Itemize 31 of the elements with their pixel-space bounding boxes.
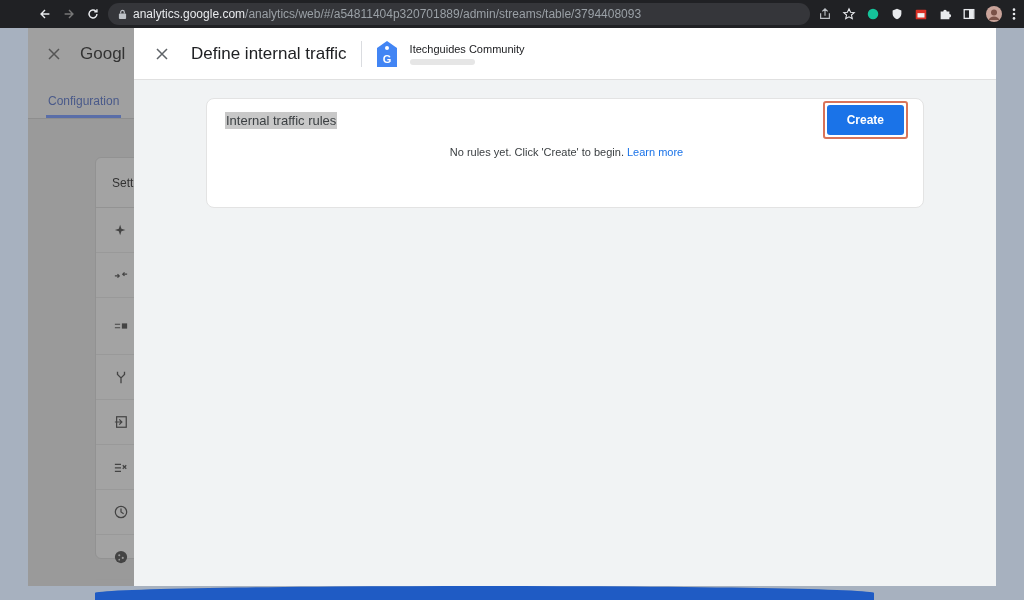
card-title: Internal traffic rules <box>225 111 338 129</box>
reload-icon[interactable] <box>86 7 100 21</box>
clock-icon[interactable] <box>114 505 128 519</box>
page-title: Googl <box>80 44 126 64</box>
forward-icon[interactable] <box>62 7 76 21</box>
close-icon[interactable] <box>156 47 168 60</box>
import-icon[interactable] <box>114 415 128 429</box>
blurred-text <box>409 58 475 65</box>
extension-icon[interactable] <box>866 7 880 21</box>
card-title: Sett <box>112 176 134 190</box>
cookie-icon[interactable] <box>114 550 128 564</box>
lock-icon <box>118 8 127 20</box>
learn-more-link[interactable]: Learn more <box>626 146 684 158</box>
avatar-icon[interactable] <box>986 6 1002 22</box>
puzzle-icon[interactable] <box>938 7 952 21</box>
back-icon[interactable] <box>38 7 52 21</box>
calendar-icon[interactable] <box>914 7 928 21</box>
address-bar[interactable]: analytics.google.com/analytics/web/#/a54811404p320701889/admin/streams/table/3794408093 <box>108 3 810 25</box>
empty-message: No rules yet. Click 'Create' to begin. <box>449 146 624 158</box>
tag-icon: G <box>375 39 398 68</box>
close-icon[interactable] <box>48 48 60 60</box>
configuration-tab[interactable]: Configuration <box>46 80 122 118</box>
account-name: Itechguides Community <box>409 42 525 55</box>
fork-icon[interactable] <box>114 370 128 384</box>
shield-icon[interactable] <box>890 7 904 21</box>
drawer-title: Define internal traffic <box>191 43 347 64</box>
menu-icon[interactable] <box>1012 7 1016 21</box>
star-icon[interactable] <box>842 7 856 21</box>
side-panel-icon[interactable] <box>962 7 976 21</box>
share-icon[interactable] <box>818 7 832 21</box>
create-button[interactable]: Create <box>826 105 904 135</box>
